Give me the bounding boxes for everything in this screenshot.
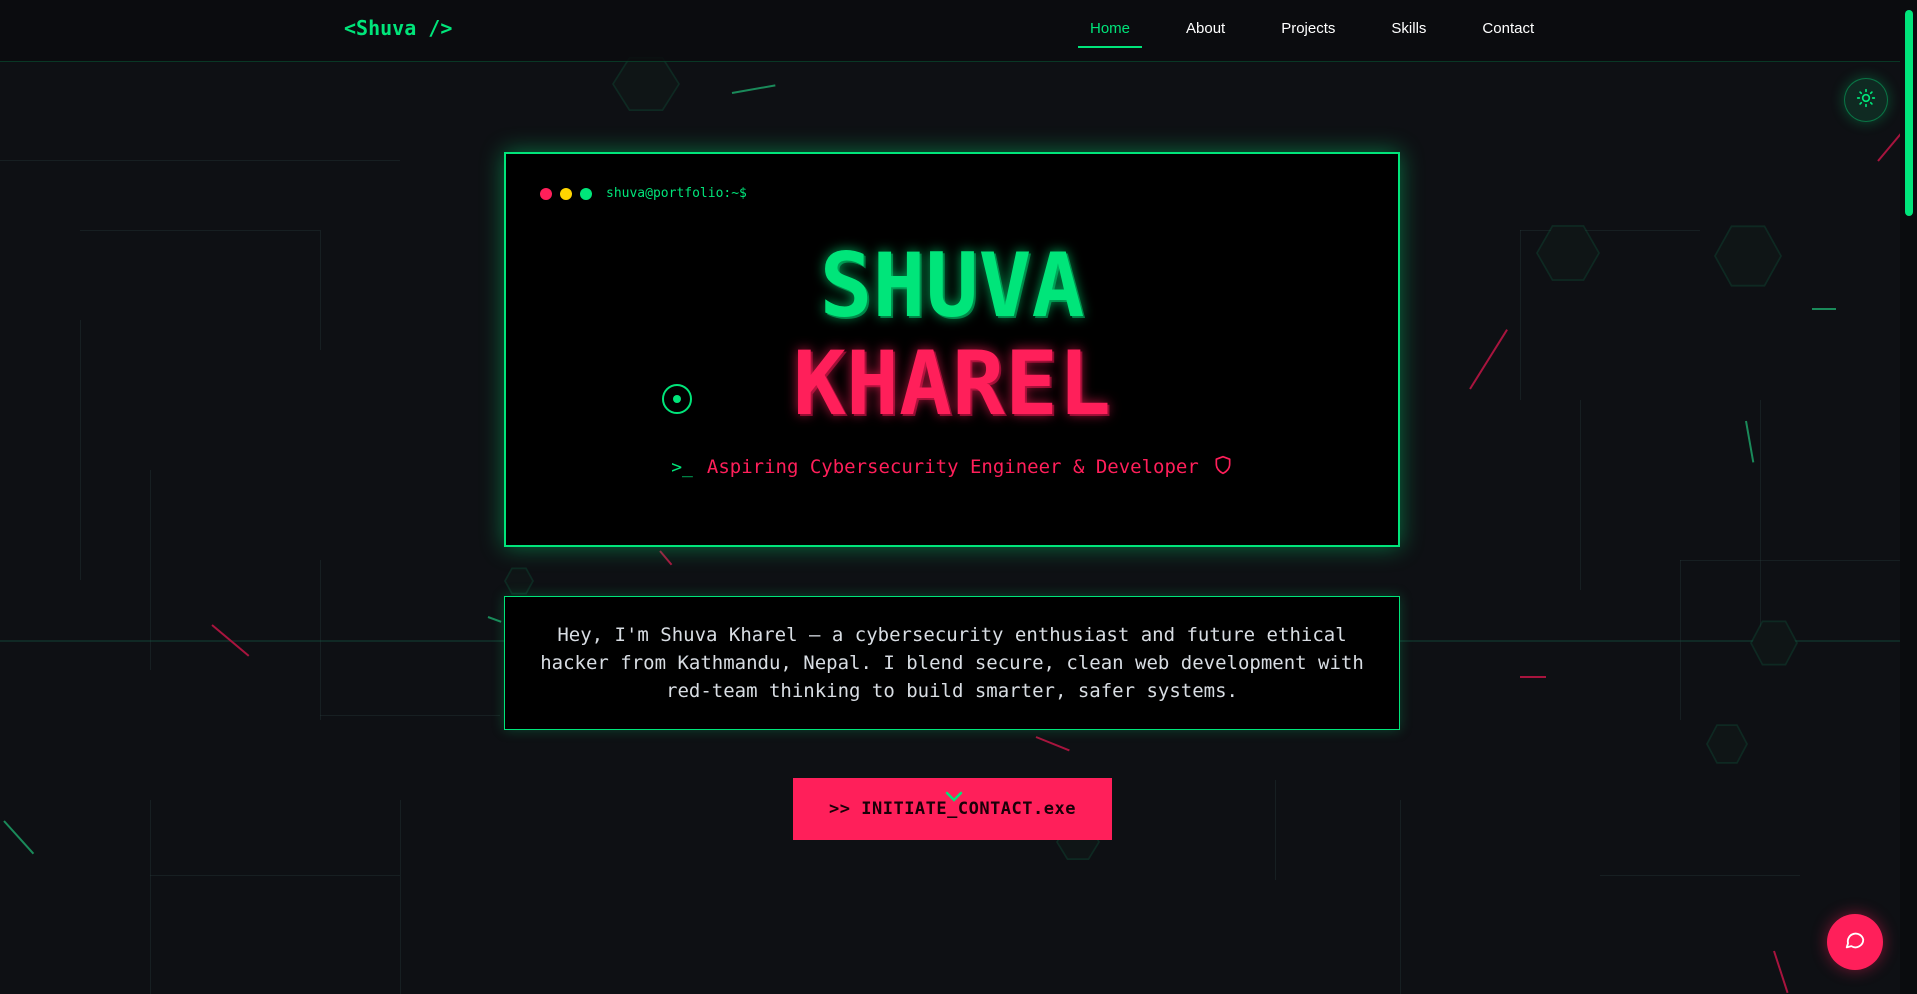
tagline-row: >_ Aspiring Cybersecurity Engineer & Dev…: [506, 454, 1398, 480]
chevron-down-icon[interactable]: [944, 788, 964, 807]
terminal-prompt: shuva@portfolio:~$: [606, 186, 747, 201]
page-scrollbar[interactable]: [1900, 0, 1917, 994]
top-navbar: <Shuva /> Home About Projects Skills Con…: [0, 0, 1900, 62]
window-controls: [540, 188, 592, 200]
window-dot-green: [580, 188, 592, 200]
nav-links: Home About Projects Skills Contact: [1077, 0, 1590, 62]
theme-toggle-button[interactable]: [1844, 78, 1888, 122]
nav-link-home[interactable]: Home: [1077, 0, 1143, 62]
site-logo[interactable]: <Shuva />: [344, 16, 452, 40]
nav-link-projects[interactable]: Projects: [1281, 0, 1335, 62]
bio-card: Hey, I'm Shuva Kharel — a cybersecurity …: [504, 596, 1400, 730]
bio-text: Hey, I'm Shuva Kharel — a cybersecurity …: [540, 624, 1364, 702]
scrollbar-thumb[interactable]: [1905, 10, 1913, 216]
hero-tagline: Aspiring Cybersecurity Engineer & Develo…: [706, 456, 1199, 478]
hero-last-name: KHAREL: [793, 332, 1111, 435]
chat-bubble-icon: [1844, 929, 1866, 955]
cursor-ring-icon: [662, 384, 692, 414]
shield-icon: [1213, 454, 1233, 480]
hero-first-name: SHUVA: [819, 234, 1085, 337]
nav-link-contact[interactable]: Contact: [1482, 0, 1534, 62]
chat-button[interactable]: [1827, 914, 1883, 970]
hero-terminal-card: shuva@portfolio:~$ SHUVA KHAREL >_ Aspir…: [504, 152, 1400, 547]
nav-link-skills[interactable]: Skills: [1391, 0, 1426, 62]
window-dot-red: [540, 188, 552, 200]
sun-icon: [1856, 88, 1876, 112]
terminal-icon: >_: [671, 456, 693, 478]
nav-link-about[interactable]: About: [1186, 0, 1225, 62]
window-dot-yellow: [560, 188, 572, 200]
